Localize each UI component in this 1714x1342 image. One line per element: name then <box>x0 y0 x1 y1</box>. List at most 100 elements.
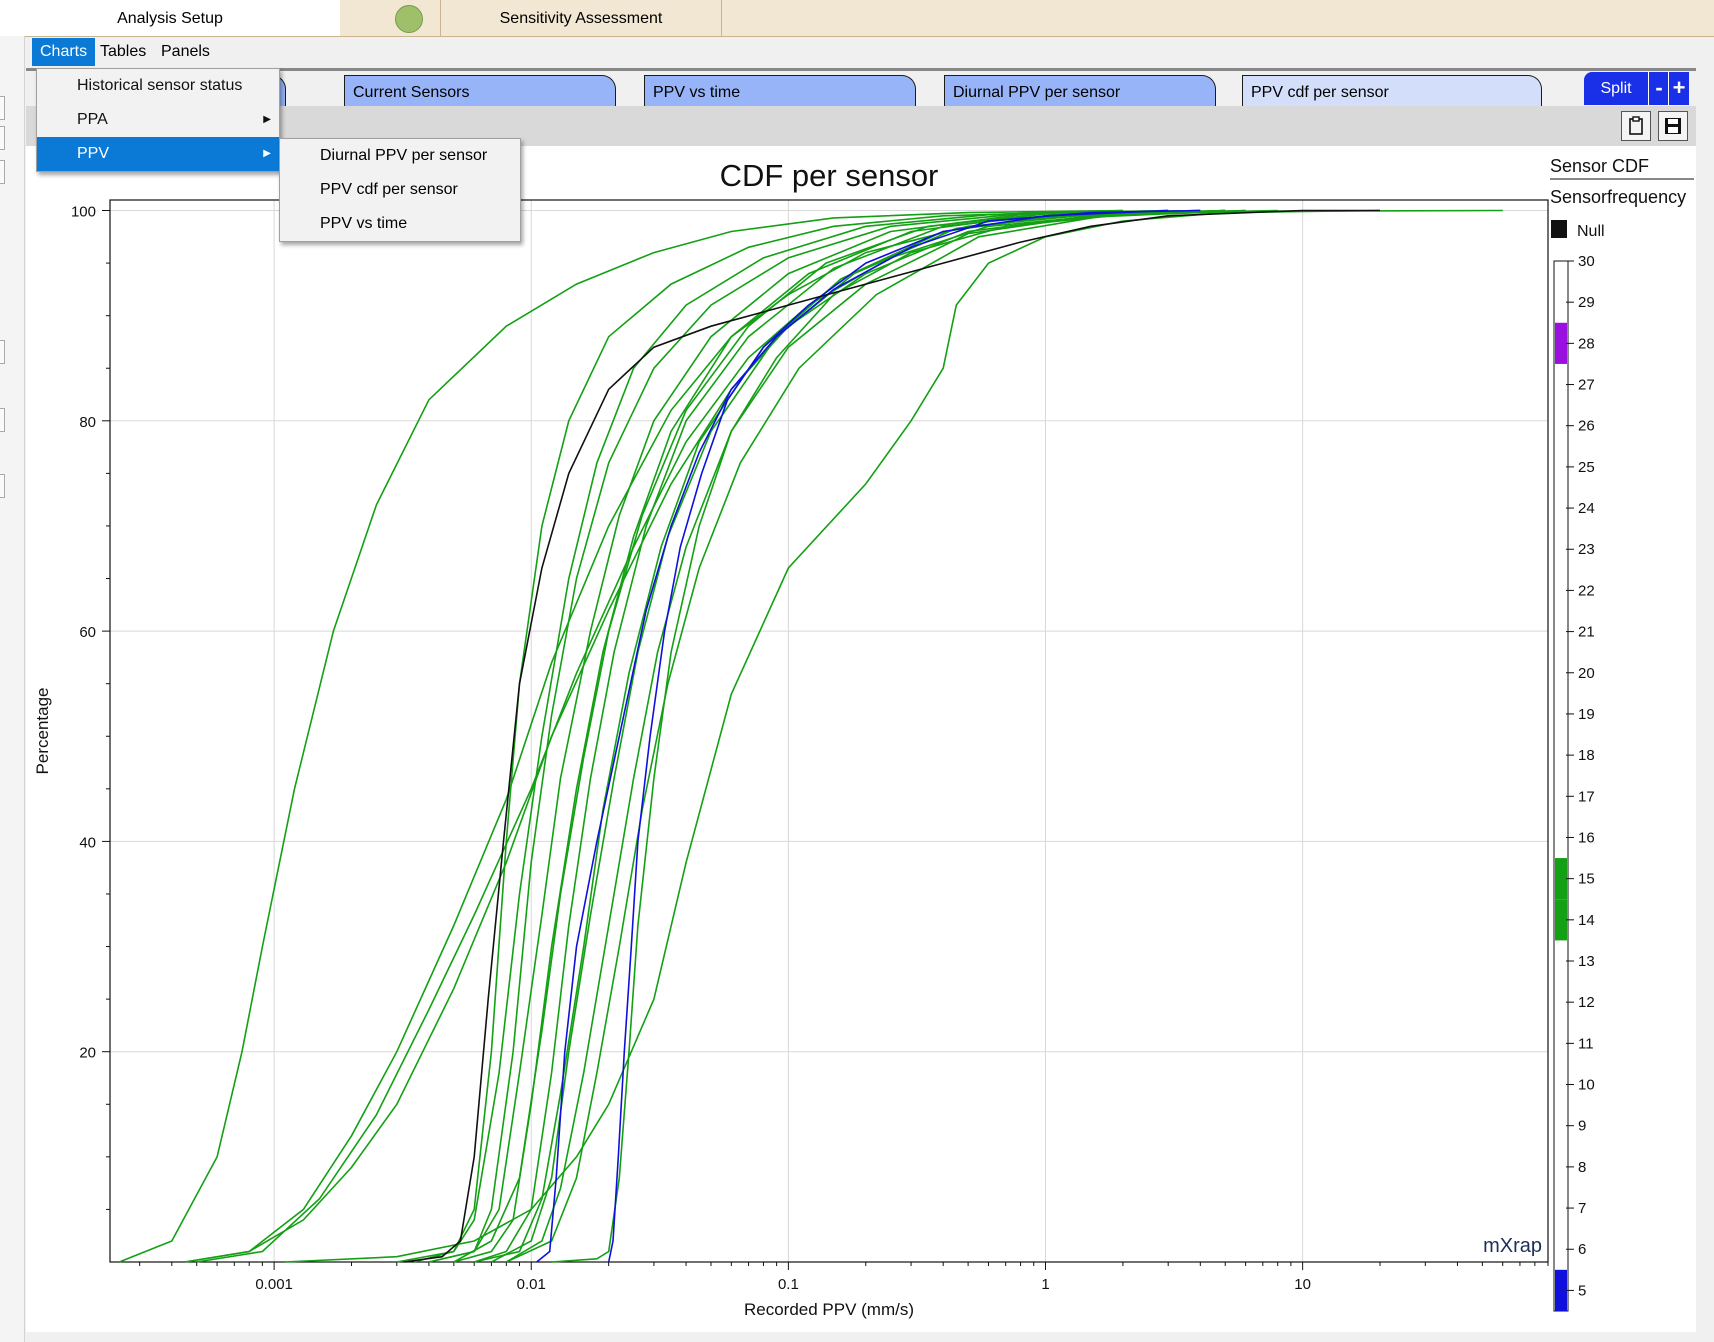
left-panel-handle[interactable] <box>0 474 5 498</box>
legend-tick-label: 21 <box>1578 624 1595 641</box>
legend-tick-label: 17 <box>1578 788 1595 805</box>
legend-tick-label: 6 <box>1578 1241 1586 1258</box>
cdf-series-line <box>551 209 1278 1263</box>
y-tick-label: 80 <box>79 414 96 431</box>
x-tick-label: 10 <box>1294 1276 1311 1293</box>
legend-tick-label: 22 <box>1578 582 1595 599</box>
cdf-series-line <box>196 209 1246 1263</box>
left-panel-handle[interactable] <box>0 408 5 432</box>
legend-tick-label: 24 <box>1578 500 1595 517</box>
legend-tick-label: 29 <box>1578 294 1595 311</box>
legend-tick-label: 10 <box>1578 1077 1595 1094</box>
mxrap-watermark: mXrap <box>1483 1235 1542 1257</box>
legend-tick-label: 14 <box>1578 912 1595 929</box>
legend-level-swatch <box>1555 1269 1567 1311</box>
left-panel-handle[interactable] <box>0 126 5 150</box>
x-tick-label: 0.01 <box>517 1276 546 1293</box>
x-tick-label: 0.001 <box>255 1276 293 1293</box>
legend-tick-label: 9 <box>1578 1118 1586 1135</box>
menu-historical-sensor-status[interactable]: Historical sensor status <box>37 69 279 103</box>
legend-subtitle: Sensorfrequency <box>1550 187 1686 207</box>
y-tick-label: 60 <box>79 624 96 641</box>
cdf-series-line <box>474 209 1201 1263</box>
tab-ppv-cdf-label: PPV cdf per sensor <box>1251 84 1389 101</box>
left-panel-handle[interactable] <box>0 160 5 184</box>
legend-level-swatch <box>1555 899 1567 941</box>
menu-panels[interactable]: Panels <box>153 38 218 66</box>
menu-ppa[interactable]: PPA ▶ <box>37 103 279 137</box>
menu-tables[interactable]: Tables <box>92 38 154 66</box>
menu-charts[interactable]: Charts <box>32 38 96 66</box>
cdf-series-line <box>536 209 1201 1263</box>
legend-tick-label: 11 <box>1578 1035 1594 1052</box>
save-icon[interactable] <box>1658 111 1688 141</box>
legend-tick-label: 13 <box>1578 953 1595 970</box>
cdf-series-line <box>491 209 1226 1263</box>
chart-title: CDF per sensor <box>720 158 939 193</box>
cdf-series-line <box>284 209 1381 1263</box>
legend-null-swatch <box>1551 220 1567 238</box>
app-tab-bar: Analysis Setup Sensitivity Assessment <box>0 0 1714 37</box>
tab-analysis-setup[interactable]: Analysis Setup <box>0 0 340 36</box>
menubar: Charts Tables Panels <box>26 38 1714 66</box>
cdf-series-line <box>453 209 1201 1263</box>
x-tick-label: 0.1 <box>778 1276 799 1293</box>
legend-tick-label: 5 <box>1578 1282 1586 1299</box>
legend-tick-label: 27 <box>1578 377 1595 394</box>
tab-ppv-vs-time[interactable]: PPV vs time <box>644 75 916 108</box>
plot-frame <box>109 199 1549 1263</box>
legend-tick-label: 16 <box>1578 829 1595 846</box>
clipboard-icon[interactable] <box>1621 111 1651 141</box>
tab-diurnal-ppv[interactable]: Diurnal PPV per sensor <box>944 75 1216 108</box>
legend-tick-label: 19 <box>1578 706 1595 723</box>
tab-sensitivity-assessment[interactable]: Sensitivity Assessment <box>440 0 722 36</box>
cdf-series-line <box>453 209 1201 1263</box>
split-button[interactable]: Split <box>1584 72 1648 105</box>
y-tick-label: 40 <box>79 834 96 851</box>
menu-ppa-label: PPA <box>77 111 108 128</box>
plus-button[interactable]: + <box>1668 72 1689 105</box>
menu-ppv-label: PPV <box>77 145 110 162</box>
menu-historical-sensor-status-label: Historical sensor status <box>77 77 243 94</box>
y-tick-label: 20 <box>79 1045 96 1062</box>
menu-diurnal-ppv[interactable]: Diurnal PPV per sensor <box>280 139 520 173</box>
cdf-chart[interactable]: 20 40 60 80 100 0.001 0.01 0.1 1 10 CDF per sensor… <box>26 146 1696 1332</box>
menu-ppv-cdf[interactable]: PPV cdf per sensor <box>280 173 520 207</box>
leaf-icon <box>395 5 423 33</box>
cdf-series-line <box>607 209 1169 1263</box>
x-tick-label: 1 <box>1041 1276 1049 1293</box>
legend-tick-label: 7 <box>1578 1200 1586 1217</box>
legend-tick-label: 30 <box>1578 253 1595 270</box>
cdf-series-line <box>184 209 1226 1263</box>
charts-dropdown: Historical sensor status PPA ▶ PPV ▶ <box>36 68 280 172</box>
tab-diurnal-ppv-label: Diurnal PPV per sensor <box>953 84 1121 101</box>
legend-tick-label: 15 <box>1578 871 1595 888</box>
minus-button[interactable]: - <box>1648 72 1669 105</box>
legend-tick-label: 20 <box>1578 665 1595 682</box>
menu-ppv[interactable]: PPV ▶ <box>37 137 279 171</box>
left-collapsed-panel <box>0 36 25 1342</box>
legend-tick-label: 8 <box>1578 1159 1586 1176</box>
legend-title: Sensor CDF <box>1550 156 1649 176</box>
legend-level-swatch <box>1555 858 1567 900</box>
y-tick-label: 100 <box>71 204 96 221</box>
cdf-series-line <box>505 209 1226 1263</box>
legend-tick-label: 28 <box>1578 335 1595 352</box>
chart-panel: 20 40 60 80 100 0.001 0.01 0.1 1 10 CDF per sensor… <box>26 146 1696 1332</box>
submenu-arrow-icon: ▶ <box>263 148 271 159</box>
legend-tick-label: 23 <box>1578 541 1595 558</box>
tab-sensitivity-assessment-label: Sensitivity Assessment <box>499 10 663 27</box>
tab-ppv-cdf[interactable]: PPV cdf per sensor <box>1242 75 1542 108</box>
menu-ppv-vs-time[interactable]: PPV vs time <box>280 207 520 241</box>
legend-level-swatch <box>1555 322 1567 364</box>
legend-null-label: Null <box>1577 223 1605 240</box>
ppv-submenu: Diurnal PPV per sensor PPV cdf per senso… <box>279 138 521 242</box>
tab-analysis-setup-label: Analysis Setup <box>117 10 223 27</box>
right-splitter[interactable] <box>1696 68 1714 1342</box>
left-panel-handle[interactable] <box>0 340 5 364</box>
legend-tick-label: 25 <box>1578 459 1595 476</box>
tab-current-sensors[interactable]: Current Sensors <box>344 75 616 108</box>
left-panel-handle[interactable] <box>0 96 5 120</box>
y-axis-label: Percentage <box>33 688 52 775</box>
tab-ppv-vs-time-label: PPV vs time <box>653 84 741 101</box>
